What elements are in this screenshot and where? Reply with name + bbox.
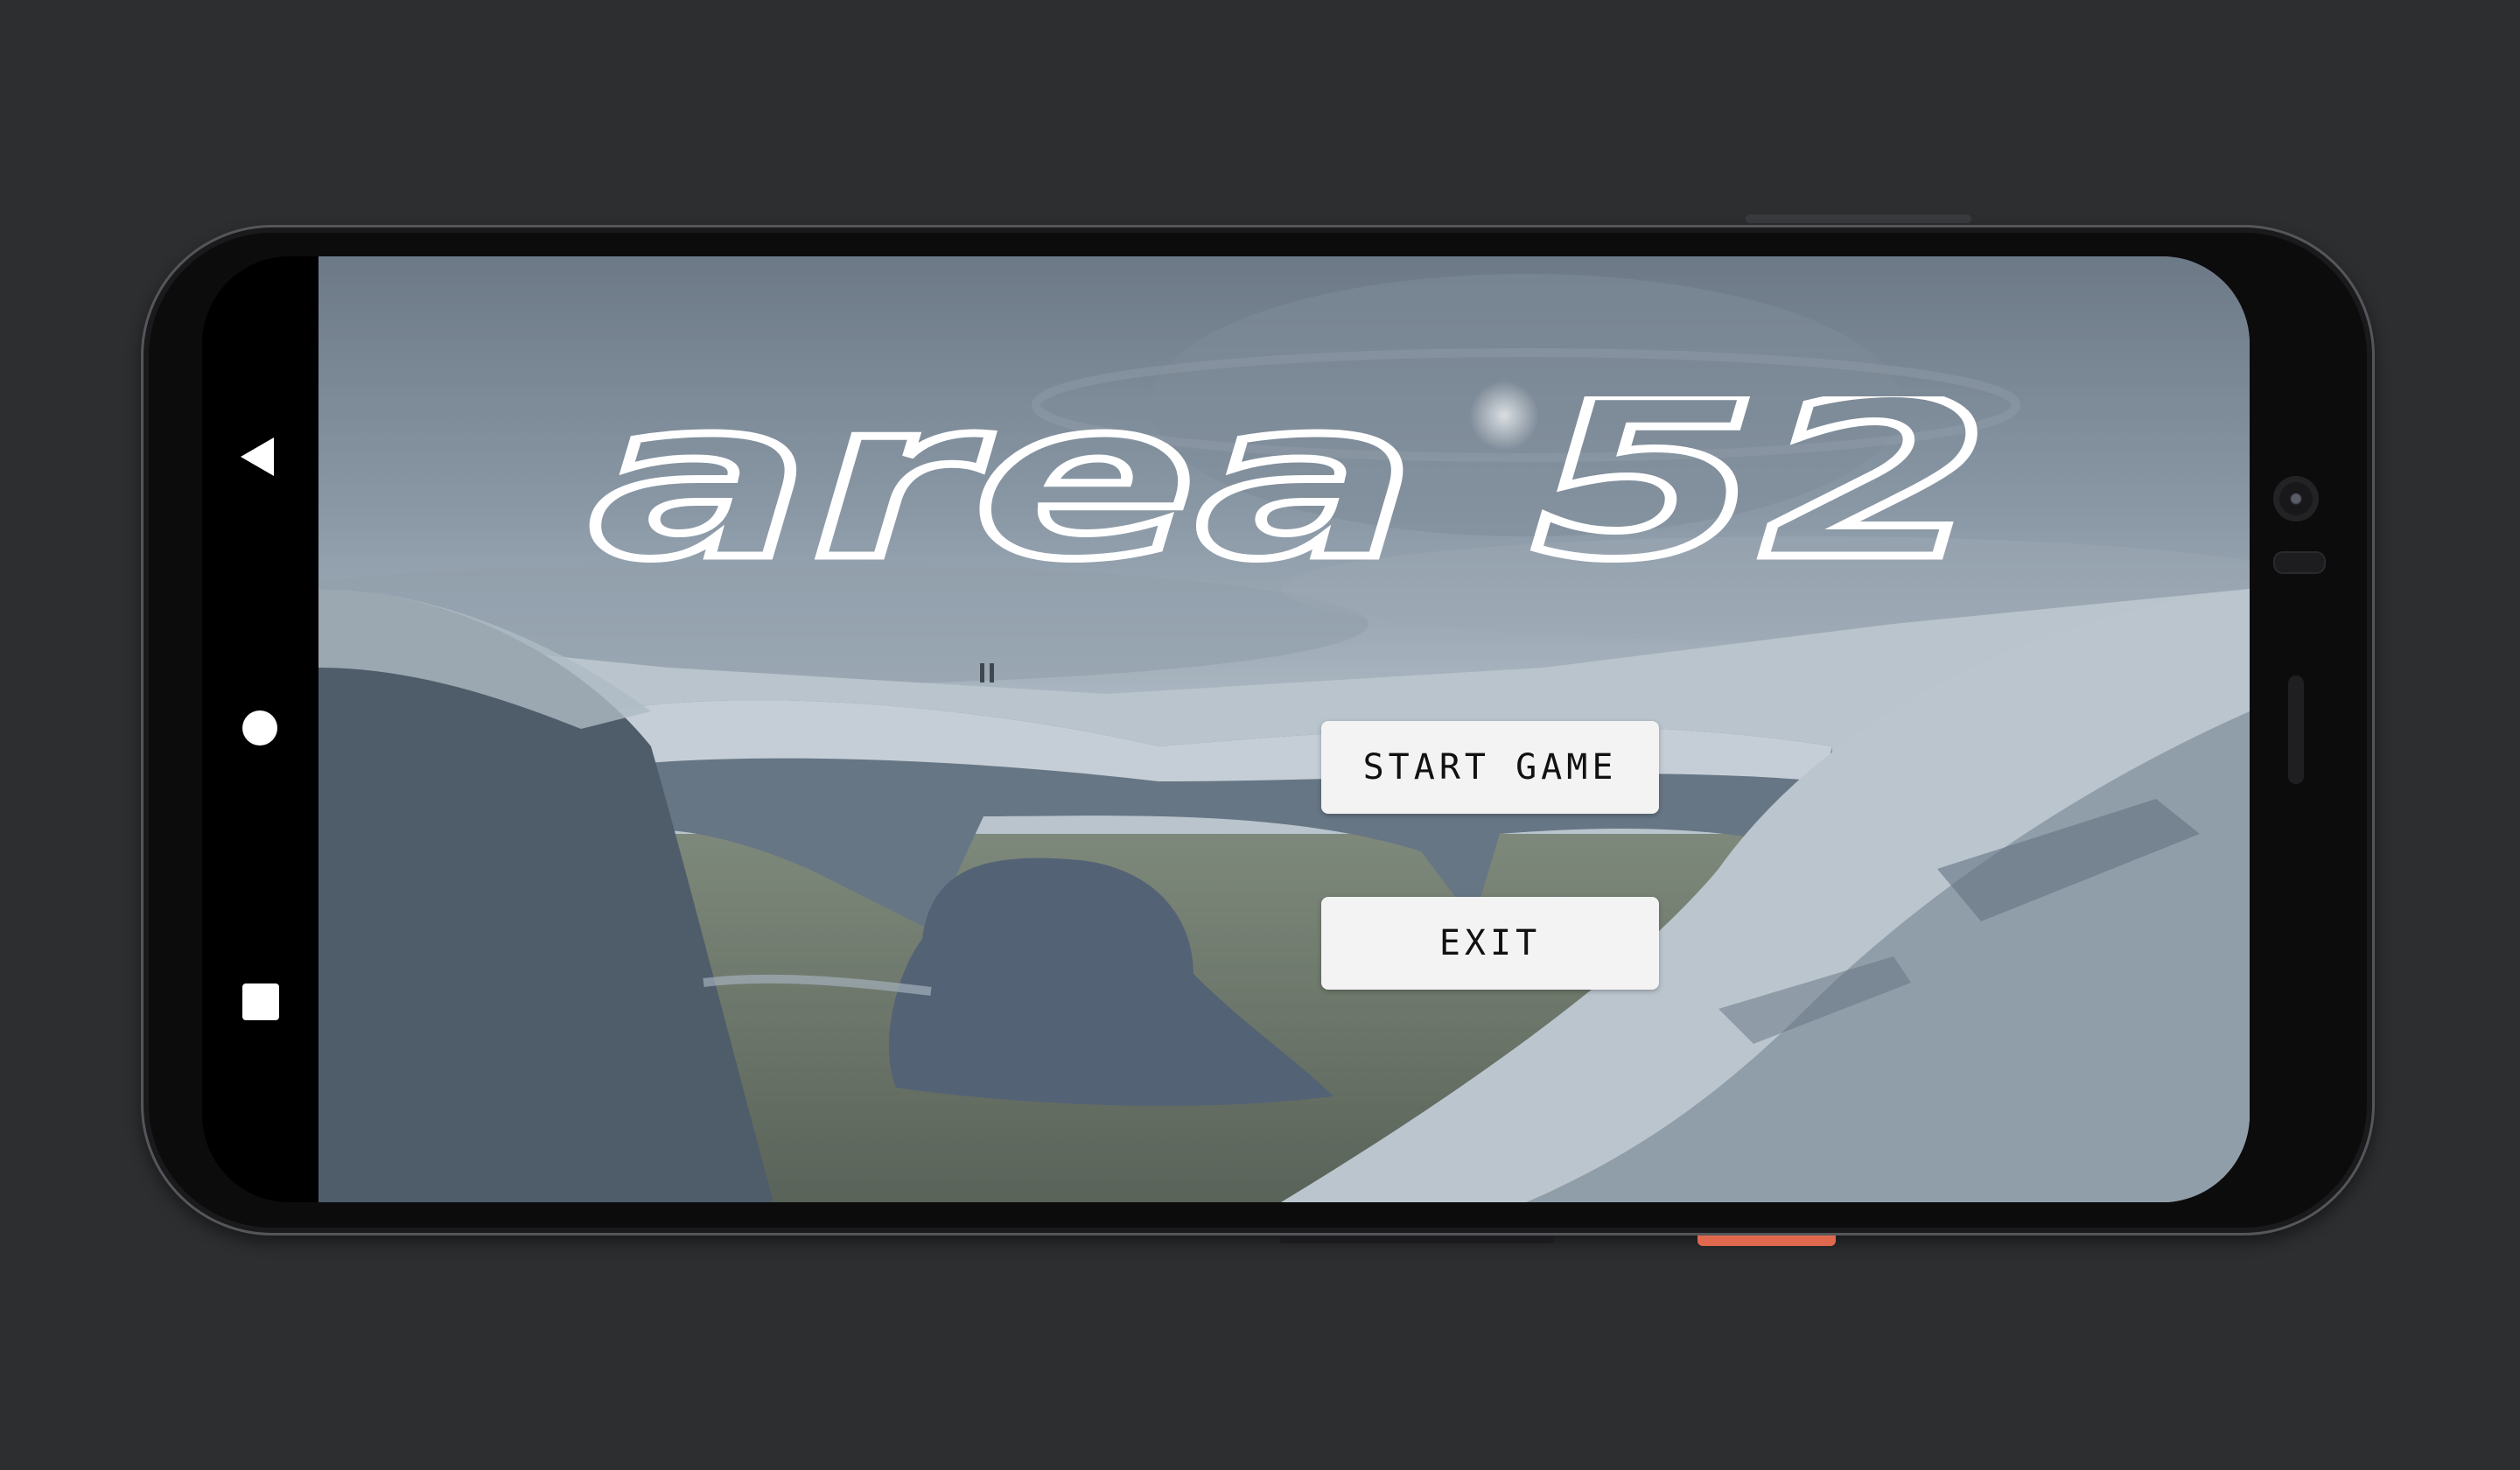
home-icon[interactable] <box>242 710 277 746</box>
system-navigation-bar <box>202 256 318 1202</box>
recents-icon[interactable] <box>242 984 279 1020</box>
device-volume-button <box>1279 1236 1554 1243</box>
start-game-button[interactable]: START GAME <box>1321 721 1659 814</box>
svg-text:area 52: area 52 <box>590 396 1990 598</box>
earpiece-speaker <box>2288 676 2304 784</box>
game-title-logo: area 52 <box>586 396 1994 598</box>
front-camera-icon <box>2273 476 2319 522</box>
game-main-menu: area 52 START GAME EXIT <box>318 256 2250 1202</box>
device-top-button <box>1746 214 1971 223</box>
device-power-button <box>1698 1236 1836 1246</box>
device-screen: area 52 START GAME EXIT <box>202 256 2250 1202</box>
proximity-sensor <box>2273 551 2326 574</box>
exit-button[interactable]: EXIT <box>1321 897 1659 990</box>
back-icon[interactable] <box>241 438 274 476</box>
